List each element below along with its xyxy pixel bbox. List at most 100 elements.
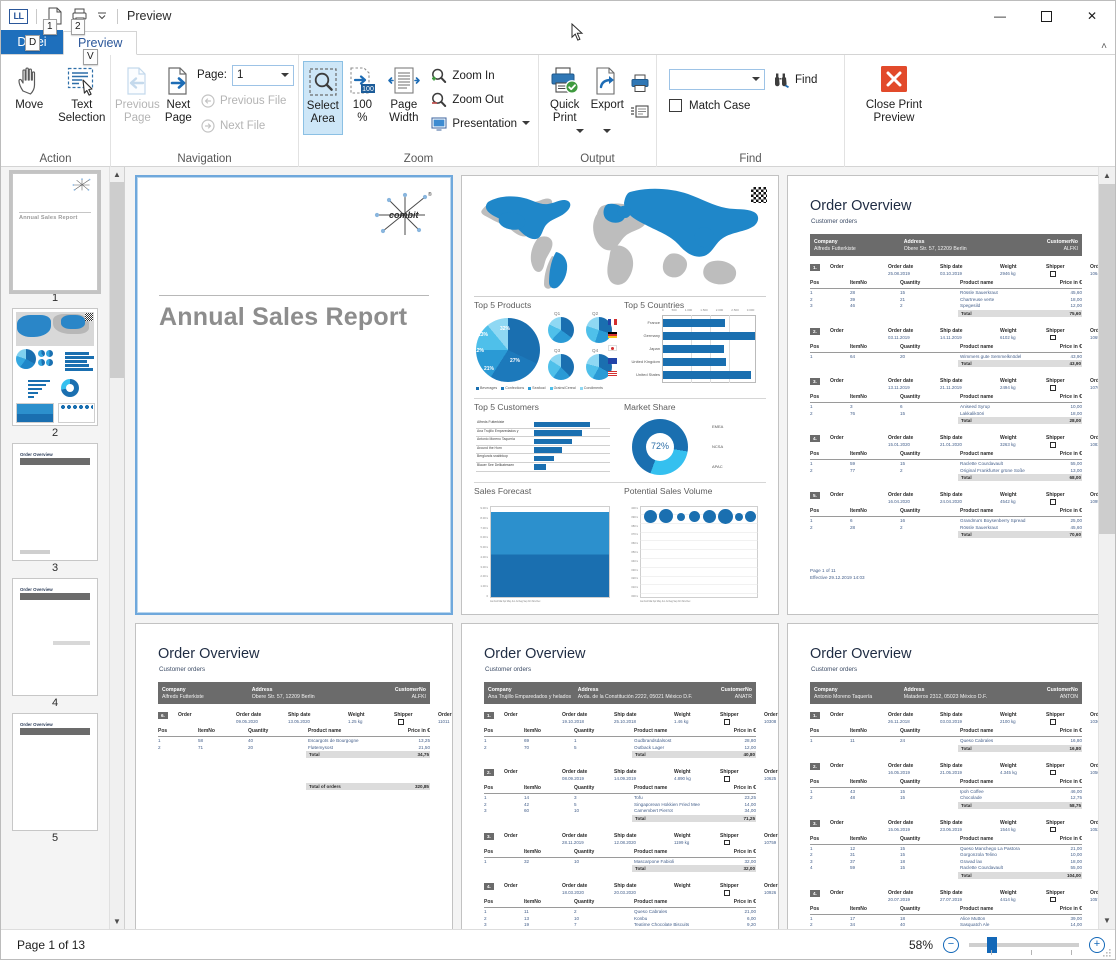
item-qty: 15	[900, 795, 906, 800]
item-price: 12,75	[1070, 795, 1083, 800]
next-page-button[interactable]: Next Page	[162, 61, 195, 135]
thumbnail-page-4[interactable]: Order Overview	[12, 578, 98, 696]
order-col-value: 12.08.2020	[614, 839, 636, 845]
order-total-label: Total	[635, 815, 646, 821]
item-qty: 18	[900, 858, 906, 864]
preview-page-3[interactable]: Order Overview Customer orders Company Ad…	[787, 175, 1105, 615]
quick-print-button[interactable]: Quick Print	[543, 61, 586, 135]
text-selection-label-line1: Text	[71, 99, 93, 111]
customize-qat-chevron-icon[interactable]	[95, 5, 109, 27]
resize-grip-icon[interactable]	[1102, 947, 1112, 957]
preview-page-4[interactable]: Order Overview Customer orders Company Ad…	[135, 623, 453, 929]
item-col-header: Product name	[960, 451, 994, 457]
item-col-header: ItemNo	[198, 728, 215, 734]
address-value: Obere Str. 57, 12209 Berlin	[903, 245, 967, 252]
ribbon-group-close: Close Print Preview	[845, 55, 943, 167]
order-col-header: Shipper	[1046, 327, 1065, 334]
find-button[interactable]: Find	[773, 68, 817, 91]
thumbnail-item[interactable]: Order Overview 5	[12, 713, 98, 844]
order-total-label: Total	[961, 418, 972, 423]
zoom-slider-handle[interactable]	[987, 936, 997, 953]
close-print-preview-button[interactable]: Close Print Preview	[851, 61, 937, 135]
item-col-header: Pos	[810, 343, 820, 350]
item-product: Rössle Sauerkraut	[960, 524, 998, 530]
thumbnail-item[interactable]: Annual Sales Report 1	[9, 170, 101, 304]
minimize-button[interactable]: —	[977, 1, 1023, 31]
thumbnail-item[interactable]: 2	[12, 308, 98, 439]
order-col-header: Shipper	[1046, 889, 1065, 896]
thumbnail-scroll-up-icon[interactable]: ▲	[110, 167, 124, 182]
item-qty: 6	[900, 404, 903, 409]
order-col-header: Weight	[674, 712, 691, 718]
item-col-header: Product name	[634, 785, 668, 791]
close-button[interactable]: ✕	[1069, 1, 1115, 31]
item-col-header: ItemNo	[850, 451, 867, 457]
select-area-button[interactable]: Select Area	[303, 61, 343, 135]
order-col-header: Shipper	[1046, 492, 1065, 498]
page-number-input[interactable]: 1	[232, 64, 294, 86]
preview-scroll-thumb[interactable]	[1099, 184, 1115, 534]
shipper-icon	[1050, 271, 1056, 277]
item-col-header: Product name	[960, 343, 994, 350]
thumbnail-scroll-down-icon[interactable]: ▼	[110, 914, 124, 929]
zoom-in-button[interactable]: Zoom In	[427, 64, 534, 87]
item-col-header: Quantity	[574, 728, 595, 734]
preview-page-6[interactable]: Order Overview Customer orders Company Ad…	[787, 623, 1105, 929]
previous-file-button[interactable]: Previous File	[197, 89, 294, 112]
thumbnail-scroll-track[interactable]	[110, 182, 124, 914]
thumbnail-item[interactable]: Order Overview 3	[12, 443, 98, 574]
order-col-value: 4542 kg	[1000, 499, 1016, 504]
preview-scroll-track[interactable]	[1099, 184, 1115, 912]
thumbnail-page-5[interactable]: Order Overview	[12, 713, 98, 831]
previous-page-button[interactable]: Previous Page	[115, 61, 160, 135]
find-input[interactable]	[669, 69, 765, 90]
zoom-out-button[interactable]: −	[943, 936, 959, 953]
item-col-header: ItemNo	[524, 728, 541, 734]
match-case-checkbox[interactable]	[669, 99, 682, 112]
thumbnail-item[interactable]: Order Overview 4	[12, 578, 98, 709]
next-file-button[interactable]: Next File	[197, 114, 294, 137]
item-pos: 2	[810, 524, 813, 530]
print-options-button[interactable]	[628, 100, 652, 123]
company-value: Ana Trujillo Emparedados y helados	[488, 693, 572, 700]
preview-scrollbar[interactable]: ▲ ▼	[1098, 167, 1115, 929]
order-col-value: 28.11.2019	[562, 839, 584, 845]
item-no: 13	[524, 915, 530, 921]
presentation-button[interactable]: Presentation	[427, 112, 534, 135]
item-col-header: Product name	[960, 905, 994, 912]
shipper-icon	[1050, 826, 1056, 832]
preview-scroll-down-icon[interactable]: ▼	[1099, 912, 1115, 929]
thumbnail-scrollbar[interactable]: ▲ ▼	[109, 167, 124, 929]
ribbon-tab-strip: Datei Preview ˄ D V	[1, 30, 1115, 65]
item-price: 28,80	[744, 738, 757, 743]
zoom-100-button[interactable]: 100 100 %	[345, 61, 381, 135]
preview-scroll-up-icon[interactable]: ▲	[1099, 167, 1115, 184]
move-button[interactable]: Move	[5, 61, 54, 135]
print-button[interactable]	[628, 71, 652, 94]
title-bar: LL Preview 1 2 — ✕	[1, 1, 1115, 35]
previous-page-icon	[121, 63, 153, 99]
item-no: 58	[198, 738, 204, 743]
address-header-label: Address	[577, 686, 599, 693]
zoom-slider[interactable]	[969, 936, 1079, 955]
order-col-header: Ship date	[940, 762, 963, 769]
page-width-button[interactable]: Page Width	[382, 61, 425, 135]
preview-page-5[interactable]: Order Overview Customer orders Company Ad…	[461, 623, 779, 929]
zoom-out-button[interactable]: Zoom Out	[427, 88, 534, 111]
item-price: 45,60	[1070, 524, 1083, 530]
text-selection-button[interactable]: Text Selection	[58, 61, 107, 135]
item-price: 45,60	[1070, 290, 1083, 295]
order-col-value: 21.11.2019	[940, 385, 962, 390]
item-col-header: Quantity	[900, 508, 921, 514]
order-col-value: 2100 kg	[1000, 719, 1016, 724]
collapse-ribbon-icon[interactable]: ˄	[1101, 41, 1107, 52]
thumbnail-page-2[interactable]	[12, 308, 98, 426]
preview-page-1[interactable]: combit ® Annual Sales Report	[135, 175, 453, 615]
maximize-button[interactable]	[1023, 1, 1069, 31]
order-col-header: Order date	[888, 435, 914, 441]
thumbnail-page-3[interactable]: Order Overview	[12, 443, 98, 561]
export-button[interactable]: Export	[586, 61, 628, 135]
preview-page-2[interactable]: Top 5 Products 32% 27% 21% 12% 13% Q1 Q2…	[461, 175, 779, 615]
thumbnail-scroll-thumb[interactable]	[110, 182, 124, 378]
thumbnail-page-1[interactable]: Annual Sales Report	[9, 170, 101, 294]
